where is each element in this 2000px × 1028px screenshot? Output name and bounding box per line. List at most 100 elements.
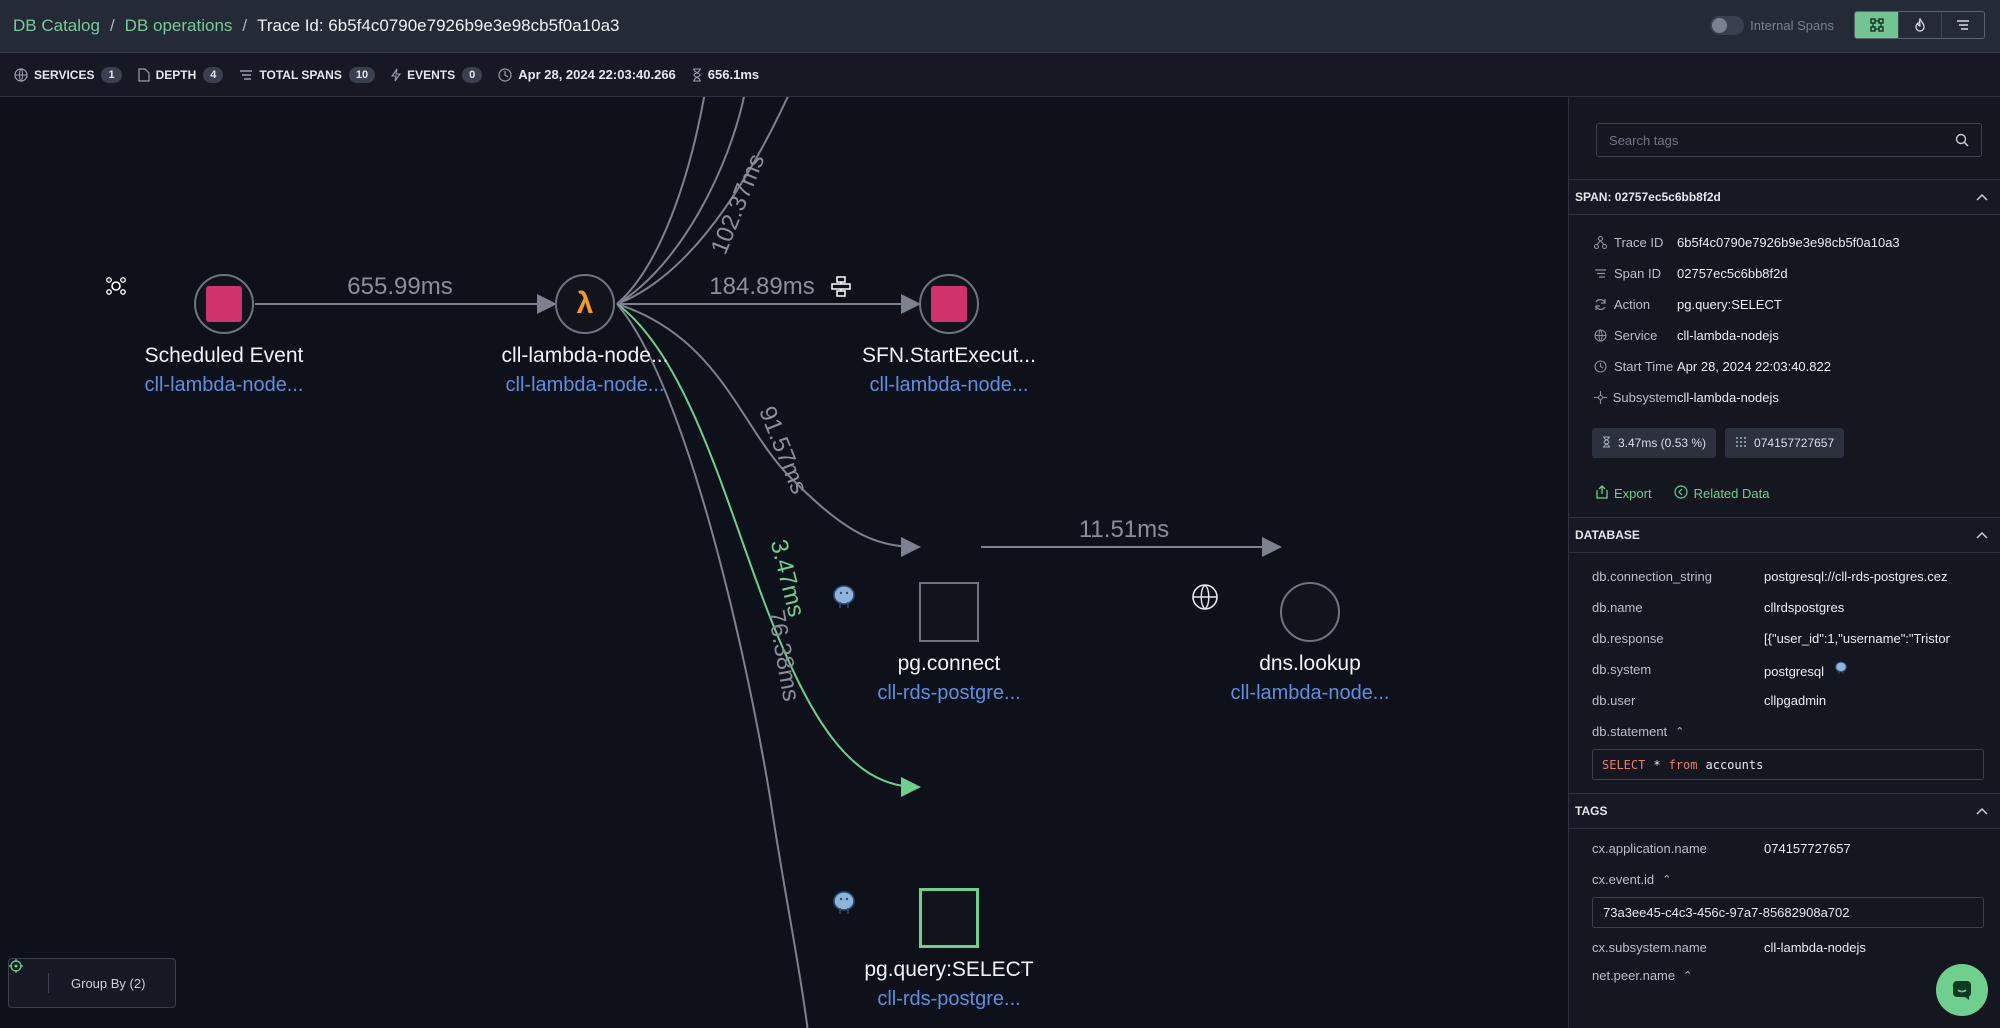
- span-section-title: SPAN: 02757ec5c6bb8f2d: [1575, 190, 1721, 204]
- chevron-up-icon[interactable]: [1976, 804, 1988, 818]
- flame-view-button[interactable]: [1898, 12, 1941, 38]
- search-tags-input[interactable]: Search tags: [1596, 123, 1982, 157]
- chevron-up-icon[interactable]: [1976, 190, 1988, 204]
- tag-label: cx.event.id ⌃: [1592, 872, 1672, 887]
- node-scheduled-event-circle[interactable]: [106, 274, 254, 334]
- stat-services-label: SERVICES: [34, 67, 95, 82]
- stat-duration: 656.1ms: [692, 67, 759, 82]
- chat-icon: [1953, 981, 1971, 1000]
- edge-lambda-up-1: [616, 97, 706, 305]
- span-info-row: Span ID 02757ec5c6bb8f2d: [1569, 258, 2000, 289]
- tags-section-header[interactable]: TAGS: [1569, 793, 2000, 829]
- tag-row[interactable]: net.peer.name ⌃: [1569, 963, 2000, 987]
- tag-label: cx.application.name: [1592, 841, 1707, 856]
- duration-chip: 3.47ms (0.53 %): [1592, 428, 1717, 458]
- chevron-up-icon[interactable]: ⌃: [1662, 873, 1671, 886]
- span-info-value: cll-lambda-nodejs: [1677, 390, 1779, 405]
- node-sfn-start-execution[interactable]: SFN.StartExecut... cll-lambda-node...: [829, 274, 1069, 397]
- span-info-row: Service cll-lambda-nodejs: [1569, 320, 2000, 351]
- edge-label-e3: 102.37ms: [706, 150, 771, 258]
- db-statement-row[interactable]: db.statement ⌃: [1569, 716, 2000, 747]
- database-label: db.connection_string: [1592, 569, 1712, 584]
- node-lambda-service[interactable]: cll-lambda-node...: [465, 374, 705, 397]
- node-pg-connect-square[interactable]: [833, 582, 979, 642]
- eventbridge-icon: [106, 277, 242, 322]
- internal-spans-toggle[interactable]: [1710, 15, 1745, 35]
- list-view-button[interactable]: [1941, 12, 1984, 38]
- node-scheduled-event-service[interactable]: cll-lambda-node...: [104, 374, 344, 397]
- stat-depth-label: DEPTH: [155, 67, 197, 82]
- breadcrumb-db-operations[interactable]: DB operations: [125, 16, 233, 36]
- tag-row[interactable]: cx.event.id ⌃: [1569, 864, 2000, 895]
- node-pg-query-name: pg.query:SELECT: [864, 958, 1034, 981]
- node-sfn-service[interactable]: cll-lambda-node...: [829, 374, 1069, 397]
- node-pg-connect[interactable]: pg.connect cll-rds-postgre...: [829, 582, 1069, 705]
- spans-icon: [1594, 268, 1614, 279]
- database-section-header[interactable]: DATABASE: [1569, 517, 2000, 553]
- span-actions: Export Related Data: [1596, 482, 2000, 504]
- stat-events: EVENTS 0: [391, 66, 483, 83]
- database-row: db.connection_string postgresql://cll-rd…: [1569, 561, 2000, 592]
- database-label: db.user: [1592, 693, 1636, 708]
- postgresql-icon: [833, 891, 855, 914]
- span-info-label: Trace ID: [1614, 235, 1664, 250]
- node-pg-query-service[interactable]: cll-rds-postgre...: [829, 988, 1069, 1011]
- file-icon: [137, 67, 150, 82]
- postgresql-icon: [1833, 660, 1849, 676]
- node-scheduled-event[interactable]: Scheduled Event cll-lambda-node...: [104, 274, 344, 397]
- postgresql-icon: [833, 585, 855, 608]
- node-pg-connect-service[interactable]: cll-rds-postgre...: [829, 682, 1069, 705]
- database-label: db.name: [1592, 600, 1643, 615]
- stat-start-time: Apr 28, 2024 22:03:40.266: [498, 67, 676, 82]
- application-chip: 074157727657: [1725, 428, 1845, 458]
- group-by-label: Group By (2): [71, 975, 146, 991]
- breadcrumb-db-catalog[interactable]: DB Catalog: [13, 16, 100, 36]
- chat-support-button[interactable]: [1936, 964, 1988, 1016]
- group-by-button[interactable]: Group By (2): [8, 958, 176, 1008]
- top-right-controls: Internal Spans: [1710, 11, 1985, 39]
- grid-dots-icon: [1735, 436, 1747, 451]
- export-button[interactable]: Export: [1596, 484, 1652, 502]
- span-info-value: cll-lambda-nodejs: [1677, 328, 1779, 343]
- related-data-button[interactable]: Related Data: [1673, 484, 1769, 502]
- span-info-label: Action: [1614, 297, 1651, 312]
- sql-star: *: [1653, 757, 1661, 772]
- stat-duration-value: 656.1ms: [707, 67, 760, 82]
- chevron-up-icon[interactable]: ⌃: [1675, 725, 1684, 738]
- node-sfn-circle[interactable]: [831, 274, 979, 334]
- span-section-header[interactable]: SPAN: 02757ec5c6bb8f2d: [1569, 179, 2000, 215]
- node-dns-service[interactable]: cll-lambda-node...: [1190, 682, 1430, 705]
- lambda-icon: λ: [576, 287, 594, 320]
- refresh-icon: [1594, 298, 1614, 311]
- globe-icon: [1192, 584, 1218, 610]
- node-pg-query-square[interactable]: [833, 888, 979, 948]
- tag-value: 074157727657: [1764, 841, 1851, 856]
- view-switcher: [1854, 11, 1985, 39]
- trace-graph-canvas[interactable]: 655.99ms 184.89ms 102.37ms 91.57ms 11.51…: [0, 97, 1568, 1028]
- subsystem-icon: [1594, 391, 1613, 404]
- flame-view-icon: [1915, 18, 1925, 32]
- database-section-title: DATABASE: [1575, 528, 1640, 542]
- tag-label: cx.subsystem.name: [1592, 940, 1707, 955]
- event-id-value-box: 73a3ee45-c4c3-456c-97a7-85682908a702: [1592, 897, 1984, 928]
- chevron-up-icon[interactable]: [1976, 528, 1988, 542]
- breadcrumb-separator: /: [109, 16, 115, 35]
- search-icon: [1955, 133, 1969, 147]
- span-info-row: Subsystem cll-lambda-nodejs: [1569, 382, 2000, 413]
- node-pg-query-select[interactable]: pg.query:SELECT cll-rds-postgre...: [829, 888, 1069, 1011]
- span-info-row: Action pg.query:SELECT: [1569, 289, 2000, 320]
- span-info-value: Apr 28, 2024 22:03:40.822: [1677, 359, 1831, 374]
- search-tags-placeholder: Search tags: [1609, 132, 1679, 148]
- node-lambda[interactable]: λ cll-lambda-node... cll-lambda-node...: [465, 274, 705, 397]
- node-dns-circle[interactable]: [1192, 582, 1340, 642]
- stat-total-spans: TOTAL SPANS 10: [239, 66, 376, 83]
- stat-events-count: 0: [462, 66, 483, 83]
- graph-view-button[interactable]: [1855, 12, 1898, 38]
- application-chip-label: 074157727657: [1754, 436, 1835, 450]
- graph-view-icon: [1869, 18, 1884, 32]
- chevron-up-icon[interactable]: ⌃: [1683, 969, 1692, 982]
- edge-label-e4: 91.57ms: [753, 402, 813, 497]
- node-lambda-name: cll-lambda-node...: [501, 344, 669, 367]
- node-lambda-circle[interactable]: λ: [555, 274, 615, 334]
- node-dns-lookup[interactable]: dns.lookup cll-lambda-node...: [1190, 582, 1430, 705]
